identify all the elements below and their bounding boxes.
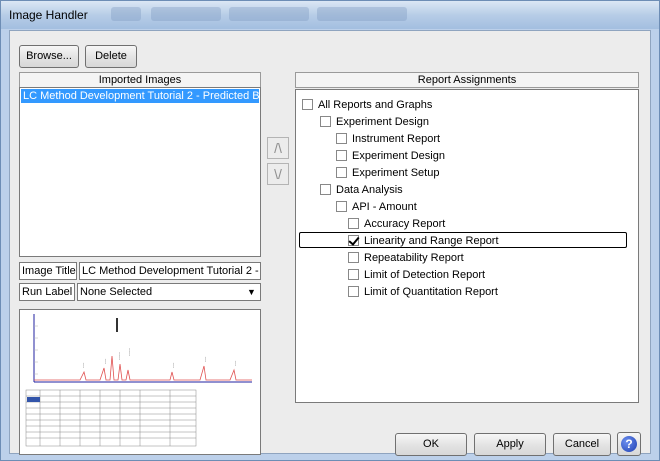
- svg-text:----: ----: [102, 358, 107, 364]
- checkbox-checked[interactable]: [348, 235, 359, 246]
- tree-item-limit-quantitation-report[interactable]: Limit of Quantitation Report: [348, 284, 498, 300]
- delete-button[interactable]: Delete: [85, 45, 137, 68]
- run-label-value: None Selected: [80, 286, 153, 298]
- checkbox[interactable]: [320, 184, 331, 195]
- window-title: Image Handler: [9, 8, 88, 22]
- svg-text:------: ------: [116, 351, 121, 360]
- chevron-down-icon[interactable]: ▼: [244, 285, 259, 299]
- svg-text:----: ----: [80, 362, 85, 368]
- move-up-button[interactable]: /\: [267, 137, 289, 159]
- chromatogram-thumbnail: ---- ---- ------ ------ ---- ---- ----: [20, 310, 260, 454]
- help-button[interactable]: ?: [617, 432, 641, 456]
- checkbox[interactable]: [348, 218, 359, 229]
- title-bar[interactable]: Image Handler: [1, 1, 659, 29]
- help-icon: ?: [621, 436, 637, 452]
- tree-item-data-analysis[interactable]: Data Analysis: [320, 182, 403, 198]
- checkbox[interactable]: [320, 116, 331, 127]
- titlebar-blur: [151, 7, 221, 21]
- checkbox[interactable]: [302, 99, 313, 110]
- report-assignments-header: Report Assignments: [295, 72, 639, 88]
- tree-item-experiment-design-group[interactable]: Experiment Design: [320, 114, 429, 130]
- run-label-select[interactable]: None Selected ▼: [77, 283, 261, 301]
- cancel-button[interactable]: Cancel: [553, 433, 611, 456]
- image-title-input[interactable]: LC Method Development Tutorial 2 - Prec: [79, 262, 261, 280]
- report-assignments-tree[interactable]: All Reports and Graphs Experiment Design…: [295, 89, 639, 403]
- checkbox[interactable]: [348, 269, 359, 280]
- move-down-button[interactable]: \/: [267, 163, 289, 185]
- svg-text:------: ------: [126, 347, 131, 356]
- titlebar-blur: [317, 7, 407, 21]
- checkbox[interactable]: [348, 286, 359, 297]
- checkbox[interactable]: [336, 201, 347, 212]
- imported-images-header: Imported Images: [19, 72, 261, 88]
- checkbox[interactable]: [336, 150, 347, 161]
- svg-text:----: ----: [232, 360, 237, 366]
- checkbox[interactable]: [336, 167, 347, 178]
- tree-item-repeatability-report[interactable]: Repeatability Report: [348, 250, 464, 266]
- tree-item-experiment-setup[interactable]: Experiment Setup: [336, 165, 439, 181]
- imported-images-list[interactable]: LC Method Development Tutorial 2 - Predi…: [19, 87, 261, 257]
- checkbox[interactable]: [336, 133, 347, 144]
- image-preview: ---- ---- ------ ------ ---- ---- ----: [19, 309, 261, 455]
- svg-text:----: ----: [202, 356, 207, 362]
- tree-item-api-amount[interactable]: API - Amount: [336, 199, 417, 215]
- list-item[interactable]: LC Method Development Tutorial 2 - Predi…: [21, 89, 259, 103]
- tree-item-experiment-design[interactable]: Experiment Design: [336, 148, 445, 164]
- apply-button[interactable]: Apply: [474, 433, 546, 456]
- tree-item-linearity-range-report[interactable]: Linearity and Range Report: [299, 232, 627, 248]
- tree-item-limit-detection-report[interactable]: Limit of Detection Report: [348, 267, 485, 283]
- ok-button[interactable]: OK: [395, 433, 467, 456]
- svg-text:----: ----: [170, 362, 175, 368]
- run-label-label: Run Label: [19, 283, 75, 301]
- tree-item-accuracy-report[interactable]: Accuracy Report: [348, 216, 445, 232]
- image-handler-window: Image Handler Browse... Delete Imported …: [0, 0, 660, 461]
- titlebar-blur: [111, 7, 141, 21]
- browse-button[interactable]: Browse...: [19, 45, 79, 68]
- checkbox[interactable]: [348, 252, 359, 263]
- tree-item-all-reports[interactable]: All Reports and Graphs: [302, 97, 432, 113]
- titlebar-blur: [229, 7, 309, 21]
- tree-item-instrument-report[interactable]: Instrument Report: [336, 131, 440, 147]
- image-title-label: Image Title: [19, 262, 77, 280]
